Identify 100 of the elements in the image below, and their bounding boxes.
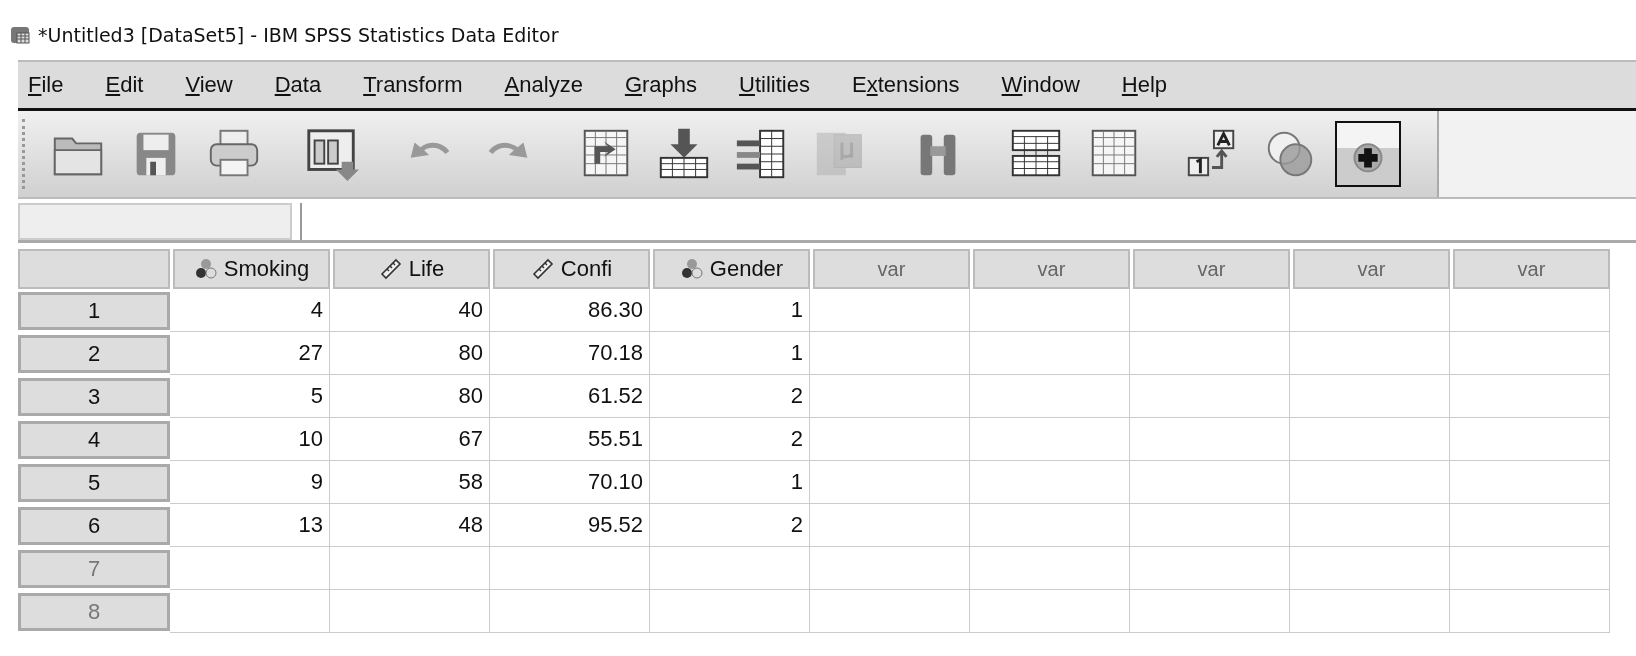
empty-cell[interactable] xyxy=(1290,418,1450,461)
empty-cell[interactable] xyxy=(1130,418,1290,461)
empty-cell[interactable] xyxy=(1290,504,1450,547)
table-cell[interactable]: 4 xyxy=(170,289,330,332)
table-cell[interactable]: 48 xyxy=(330,504,490,547)
row-header[interactable]: 6 xyxy=(18,507,170,545)
empty-cell[interactable] xyxy=(1130,289,1290,332)
empty-cell[interactable] xyxy=(1450,590,1610,633)
table-cell[interactable]: 67 xyxy=(330,418,490,461)
empty-cell[interactable] xyxy=(1130,547,1290,590)
table-cell[interactable]: 86.30 xyxy=(490,289,650,332)
menu-item[interactable]: Help xyxy=(1117,72,1186,98)
empty-cell[interactable] xyxy=(1290,547,1450,590)
table-cell[interactable]: 61.52 xyxy=(490,375,650,418)
empty-cell[interactable] xyxy=(810,418,970,461)
empty-cell[interactable] xyxy=(1450,504,1610,547)
table-cell[interactable]: 40 xyxy=(330,289,490,332)
table-cell[interactable]: 10 xyxy=(170,418,330,461)
empty-cell[interactable] xyxy=(810,332,970,375)
empty-cell[interactable] xyxy=(170,590,330,633)
empty-cell[interactable] xyxy=(490,547,650,590)
empty-cell[interactable] xyxy=(1130,504,1290,547)
table-cell[interactable]: 70.10 xyxy=(490,461,650,504)
menu-item[interactable]: Analyze xyxy=(500,72,601,98)
empty-cell[interactable] xyxy=(170,547,330,590)
menu-item[interactable]: Edit xyxy=(101,72,162,98)
table-cell[interactable]: 2 xyxy=(650,504,810,547)
empty-cell[interactable] xyxy=(970,461,1130,504)
empty-cell[interactable] xyxy=(810,504,970,547)
empty-cell[interactable] xyxy=(1450,289,1610,332)
menu-item[interactable]: Transform xyxy=(359,72,481,98)
empty-cell[interactable] xyxy=(1130,461,1290,504)
column-header[interactable]: Gender xyxy=(653,249,810,289)
empty-cell[interactable] xyxy=(1450,332,1610,375)
table-cell[interactable]: 1 xyxy=(650,332,810,375)
empty-cell[interactable] xyxy=(970,547,1130,590)
empty-cell[interactable] xyxy=(330,590,490,633)
table-cell[interactable]: 80 xyxy=(330,375,490,418)
empty-cell[interactable] xyxy=(810,289,970,332)
empty-cell[interactable] xyxy=(1130,375,1290,418)
column-header[interactable]: var xyxy=(1453,249,1610,289)
menu-item[interactable]: Utilities xyxy=(735,72,828,98)
table-cell[interactable]: 13 xyxy=(170,504,330,547)
row-header[interactable]: 3 xyxy=(18,378,170,416)
table-cell[interactable]: 1 xyxy=(650,461,810,504)
table-cell[interactable]: 95.52 xyxy=(490,504,650,547)
plus-icon[interactable] xyxy=(1335,121,1401,187)
empty-cell[interactable] xyxy=(1450,547,1610,590)
column-header[interactable]: var xyxy=(1133,249,1290,289)
empty-cell[interactable] xyxy=(1450,461,1610,504)
menu-item[interactable]: File xyxy=(24,72,82,98)
empty-cell[interactable] xyxy=(970,332,1130,375)
row-header[interactable]: 5 xyxy=(18,464,170,502)
empty-cell[interactable] xyxy=(970,504,1130,547)
table-cell[interactable]: 1 xyxy=(650,289,810,332)
table-cell[interactable]: 9 xyxy=(170,461,330,504)
table-cell[interactable]: 80 xyxy=(330,332,490,375)
empty-cell[interactable] xyxy=(970,590,1130,633)
empty-cell[interactable] xyxy=(1450,418,1610,461)
empty-cell[interactable] xyxy=(490,590,650,633)
empty-cell[interactable] xyxy=(1130,332,1290,375)
empty-cell[interactable] xyxy=(330,547,490,590)
menu-item[interactable]: Graphs xyxy=(620,72,716,98)
empty-cell[interactable] xyxy=(810,547,970,590)
empty-cell[interactable] xyxy=(1130,590,1290,633)
table-cell[interactable]: 55.51 xyxy=(490,418,650,461)
row-header[interactable]: 2 xyxy=(18,335,170,373)
empty-cell[interactable] xyxy=(650,590,810,633)
empty-cell[interactable] xyxy=(1290,375,1450,418)
empty-cell[interactable] xyxy=(970,418,1130,461)
cell-reference-field[interactable] xyxy=(18,203,292,240)
empty-cell[interactable] xyxy=(970,289,1130,332)
row-header[interactable]: 1 xyxy=(18,292,170,330)
menu-item[interactable]: Window xyxy=(997,72,1098,98)
column-header[interactable]: Life xyxy=(333,249,490,289)
table-cell[interactable]: 70.18 xyxy=(490,332,650,375)
row-header[interactable]: 4 xyxy=(18,421,170,459)
menu-item[interactable]: View xyxy=(181,72,251,98)
empty-cell[interactable] xyxy=(810,375,970,418)
empty-cell[interactable] xyxy=(810,590,970,633)
table-cell[interactable]: 2 xyxy=(650,418,810,461)
column-header[interactable]: var xyxy=(973,249,1130,289)
empty-cell[interactable] xyxy=(1290,332,1450,375)
table-cell[interactable]: 5 xyxy=(170,375,330,418)
menu-item[interactable]: Data xyxy=(270,72,340,98)
column-header[interactable]: Confi xyxy=(493,249,650,289)
column-header[interactable]: var xyxy=(1293,249,1450,289)
empty-cell[interactable] xyxy=(810,461,970,504)
empty-cell[interactable] xyxy=(1450,375,1610,418)
empty-cell[interactable] xyxy=(970,375,1130,418)
table-cell[interactable]: 58 xyxy=(330,461,490,504)
table-cell[interactable]: 27 xyxy=(170,332,330,375)
column-header[interactable]: var xyxy=(813,249,970,289)
table-cell[interactable]: 2 xyxy=(650,375,810,418)
column-header[interactable]: Smoking xyxy=(173,249,330,289)
empty-cell[interactable] xyxy=(1290,590,1450,633)
empty-cell[interactable] xyxy=(650,547,810,590)
empty-cell[interactable] xyxy=(1290,461,1450,504)
empty-cell[interactable] xyxy=(1290,289,1450,332)
menu-item[interactable]: Extensions xyxy=(847,72,978,98)
